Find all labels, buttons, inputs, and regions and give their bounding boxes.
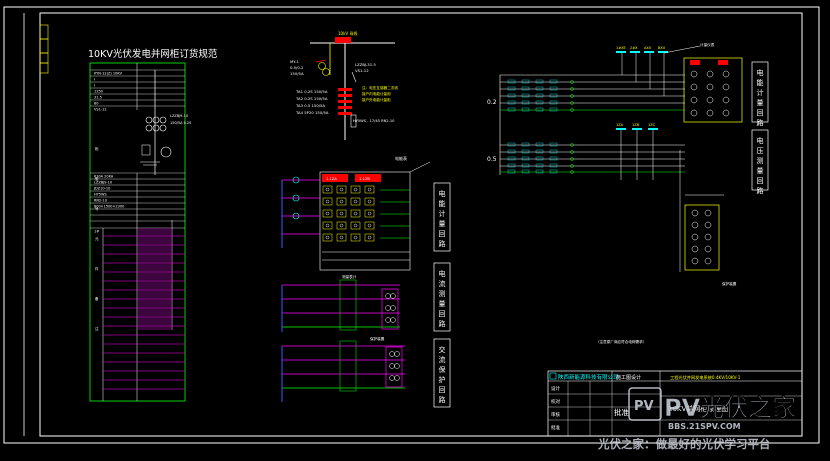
watermark-url: BBS.21SPV.COM xyxy=(668,422,741,431)
riser-note: 150/5A xyxy=(290,71,304,76)
inner-frame xyxy=(39,12,803,437)
svg-text:0.2: 0.2 xyxy=(487,99,497,106)
drawing-kind: 施工图设计 xyxy=(616,374,641,381)
approval-stamp: 批准 xyxy=(614,407,629,417)
svg-text:1-1ZA: 1-1ZA xyxy=(326,177,337,181)
meter-top-label: AXII xyxy=(644,46,651,50)
spec-row-label: 1250 xyxy=(94,90,103,94)
pt-spec: VS1-12 xyxy=(355,68,369,73)
spec-row-label: RN2-10 xyxy=(94,199,107,203)
riser-diagram: 10kV 母线 MY-10.5/0.2150/5A TA1 0.2S 150/5… xyxy=(290,30,398,140)
left-label: 件 xyxy=(95,266,99,271)
circuit-protection: 保护装置 xyxy=(281,336,405,402)
pt-spec: LZZBJ-31.5 xyxy=(355,62,376,67)
page-title: 10KV光伏发电并网柜订货规范 xyxy=(88,48,218,60)
watermark: PV PV光伏之家 BBS.21SPV.COM 光伏之家：做最好的光伏学习平台 xyxy=(597,387,796,451)
svg-text:（注意原厂商应符合电网需求）: （注意原厂商应符合电网需求） xyxy=(596,339,646,344)
spec-row-label: LZZBJ9-10 xyxy=(94,181,112,185)
svg-text:0.5: 0.5 xyxy=(487,156,497,163)
panel-title-current-measurement: 电流测量回路 xyxy=(439,269,446,328)
riser-note: 0.5/0.2 xyxy=(290,65,304,70)
svg-text:接户内电能计量用: 接户内电能计量用 xyxy=(362,91,391,96)
meter-top-label: 1#XE xyxy=(616,46,626,50)
svg-text:保护装置: 保护装置 xyxy=(722,281,737,286)
meter-top-label: BXII xyxy=(658,46,665,50)
left-strip xyxy=(39,24,49,74)
circuit-metering: 电能表 1-1ZA 1-1ZB xyxy=(281,155,431,271)
spec-row-label: JDZ10-10 xyxy=(93,187,110,191)
sign-row-label: 审核 xyxy=(551,411,560,418)
spec-row-label: 80 xyxy=(94,102,98,106)
panel-title-energy-metering: 电能计量回路 xyxy=(439,189,446,248)
cad-drawing-canvas: 10KV光伏发电并网柜订货规范 KYN-12(Z) 10KV Ⅰ Ⅰ 1250 31.5… xyxy=(3,6,820,451)
ct-spec: TA2 0.2S 150/5A xyxy=(295,96,328,101)
left-label: 型 xyxy=(95,176,99,181)
svg-text:150/5A 0.2S: 150/5A 0.2S xyxy=(170,121,192,125)
riser-note: MY-1 xyxy=(290,59,300,64)
left-label: 注 xyxy=(95,326,99,331)
spec-row-label: 31.5 xyxy=(94,96,102,100)
panel-title-voltage-measurement: 电能计量回路 xyxy=(757,68,764,127)
svg-text:HY5WS - 17/45 RN2-10: HY5WS - 17/45 RN2-10 xyxy=(353,119,395,123)
svg-text:计量仪表: 计量仪表 xyxy=(700,42,715,47)
spec-row-label: 800×1500×2300 xyxy=(94,205,124,209)
spec-table: KYN-12(Z) 10KVⅠⅠ125031.580VS1-12630A 20K… xyxy=(89,62,192,402)
panel-title-voltage-metering: 电压测量回路 xyxy=(757,136,764,195)
left-label: 号 xyxy=(95,206,99,211)
meter-bottom-label: 1ZC xyxy=(648,123,656,127)
svg-text:PV: PV xyxy=(634,399,654,414)
project-name: 工程光伏并网发电系统0.4KV/10KV-1 xyxy=(670,374,741,381)
ct-spec: TA3 0.5 150/5A xyxy=(295,103,325,108)
meter-bottom-label: 1ZA xyxy=(616,123,624,127)
circuit-current: 测量表计 xyxy=(281,274,400,332)
spec-row-label: KYN-12(Z) 10KV xyxy=(94,72,123,76)
left-label: 备 xyxy=(95,296,99,301)
spec-row-label: Ⅰ xyxy=(94,84,95,88)
left-label: 柜 xyxy=(95,146,99,151)
spec-row-label: HY5WS xyxy=(94,193,107,197)
svg-text:保护装置: 保护装置 xyxy=(370,336,385,341)
spec-row-label: VS1-12 xyxy=(94,108,107,112)
svg-text:测量表计: 测量表计 xyxy=(342,274,357,279)
left-label: 元 xyxy=(95,237,99,241)
sign-row-label: 设计 xyxy=(551,385,560,392)
ct-spec: TA1 0.2S 150/5A xyxy=(295,89,328,94)
company-name: 陕西新能源科技有限公司 xyxy=(558,373,619,381)
svg-text:电能表: 电能表 xyxy=(395,155,407,161)
spec-row-label: Ⅰ xyxy=(94,78,95,82)
svg-text:接户外电能计量柜: 接户外电能计量柜 xyxy=(362,97,391,102)
sign-row-label: 校对 xyxy=(551,398,560,405)
sign-row-label: 批准 xyxy=(551,424,560,431)
spec-row-label: 1# xyxy=(94,230,99,234)
svg-text:1-1ZB: 1-1ZB xyxy=(359,177,370,181)
watermark-slogan: 光伏之家：做最好的光伏学习平台 xyxy=(597,437,771,451)
meter-bottom-label: 1ZB xyxy=(632,123,640,127)
circuit-right: 1#XE 2#X AXII BXII 计量仪表 0.2 0.5 1ZA 1ZB 1ZC 保… xyxy=(487,42,743,344)
svg-text:10kV 母线: 10kV 母线 xyxy=(338,30,357,36)
meter-top-label: 2#X xyxy=(630,46,638,50)
panel-title-ac-protection: 交流保护回路 xyxy=(439,345,446,404)
svg-text:LZZBJ9-10: LZZBJ9-10 xyxy=(170,114,188,118)
ct-spec: TA4 5P20 150/5A xyxy=(295,110,329,115)
panel-title-boxes: 电能计量回路 电流测量回路 交流保护回路 电能计量回路 电压测量回路 xyxy=(433,61,769,408)
svg-text:注：电压互感器二次线: 注：电压互感器二次线 xyxy=(362,85,398,90)
watermark-logo: PV光伏之家 xyxy=(664,394,796,422)
